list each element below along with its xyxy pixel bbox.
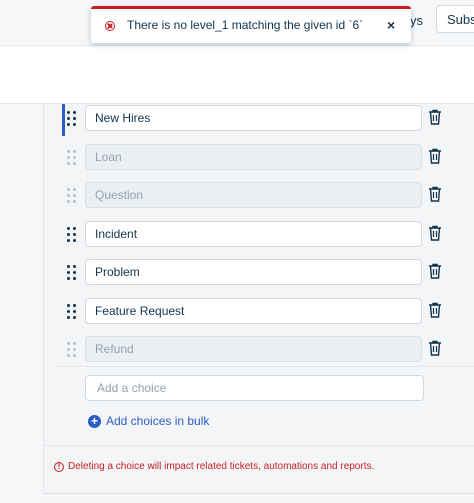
choice-input[interactable]: Incident	[85, 220, 422, 247]
choice-row: Loan	[62, 143, 462, 172]
divider	[43, 445, 474, 446]
drag-handle-icon[interactable]	[67, 265, 77, 281]
drag-handle-icon[interactable]	[67, 188, 77, 204]
header-band	[0, 46, 474, 104]
plus-circle-icon: +	[88, 414, 101, 428]
choice-row: Refund	[62, 336, 462, 364]
choice-row: New Hires	[62, 105, 462, 133]
restore-icon[interactable]	[428, 340, 442, 358]
choice-input: Refund	[85, 336, 422, 362]
choice-row: Problem	[62, 259, 462, 287]
add-choices-in-bulk-label: Add choices in bulk	[106, 414, 210, 428]
choice-row: Question	[62, 182, 462, 210]
choice-input: Question	[85, 182, 422, 208]
delete-warning-text: Deleting a choice will impact related ti…	[68, 461, 375, 472]
restore-icon[interactable]	[428, 186, 442, 204]
close-icon[interactable]: ×	[387, 17, 395, 33]
choice-row: Incident	[62, 220, 462, 249]
drag-handle-icon[interactable]	[67, 111, 77, 127]
choice-row: Feature Request	[62, 297, 462, 326]
choice-input[interactable]: New Hires	[85, 105, 422, 131]
add-choices-in-bulk-link[interactable]: + Add choices in bulk	[88, 413, 209, 429]
trash-icon[interactable]	[428, 302, 442, 320]
choice-input[interactable]: Feature Request	[85, 297, 422, 324]
drag-handle-icon[interactable]	[67, 342, 77, 358]
subscribe-button[interactable]: Subs	[436, 5, 474, 33]
drag-handle-icon[interactable]	[67, 303, 77, 320]
left-gutter	[0, 104, 43, 503]
toast-message: There is no level_1 matching the given i…	[127, 18, 364, 32]
error-circle-x-icon	[105, 21, 115, 31]
trash-icon[interactable]	[428, 109, 442, 127]
divider	[55, 366, 474, 367]
trash-icon[interactable]	[428, 263, 442, 281]
add-choice-input[interactable]	[85, 375, 424, 401]
drag-handle-icon[interactable]	[67, 226, 77, 243]
error-toast: There is no level_1 matching the given i…	[91, 6, 411, 43]
drag-handle-icon[interactable]	[67, 149, 77, 166]
info-circle-icon: !	[54, 461, 64, 472]
choice-input[interactable]: Problem	[85, 259, 422, 285]
trash-icon[interactable]	[428, 225, 442, 243]
delete-warning: ! Deleting a choice will impact related …	[54, 461, 374, 472]
restore-icon[interactable]	[428, 148, 442, 166]
header-link[interactable]: ys	[410, 13, 423, 28]
divider	[43, 493, 474, 494]
choice-input: Loan	[85, 143, 422, 170]
